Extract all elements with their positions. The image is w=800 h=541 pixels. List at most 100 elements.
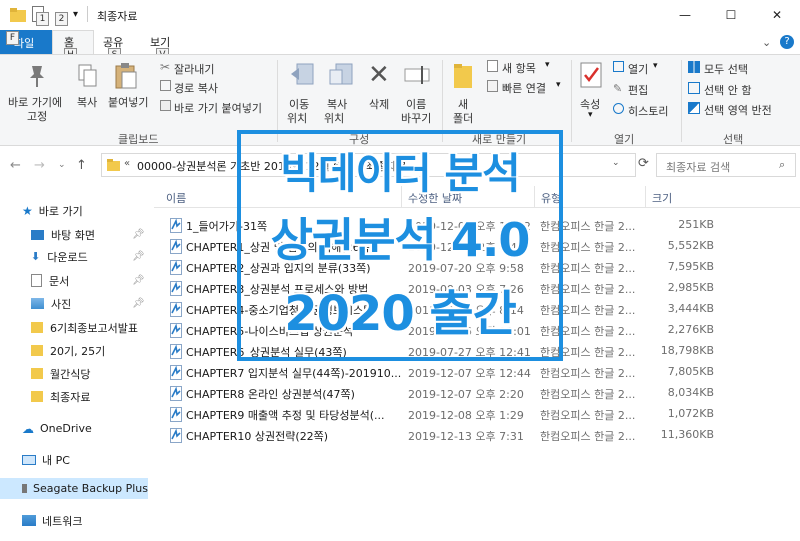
refresh-icon[interactable]: ⟳ — [638, 156, 649, 171]
file-date: 2019-12-07 오후 2:20 — [408, 388, 524, 401]
nav-quick-access-label: 바로 가기 — [38, 204, 83, 218]
easy-access-dropdown-icon[interactable]: ▾ — [556, 80, 561, 90]
nav-folder-4[interactable]: 최종자료 — [0, 386, 148, 407]
pinned-icon: 📌︎ — [132, 229, 145, 240]
new-folder-label-2: 폴더 — [453, 112, 474, 125]
open-dropdown-icon[interactable]: ▾ — [653, 61, 658, 71]
ribbon-collapse-icon[interactable]: ⌄ — [762, 36, 771, 49]
folder-icon — [31, 322, 43, 333]
address-dropdown-icon[interactable]: ⌄ — [612, 158, 620, 168]
nav-network-label: 네트워크 — [42, 514, 83, 528]
search-input[interactable]: 최종자료 검색 — [666, 159, 730, 175]
nav-seagate-drive[interactable]: Seagate Backup Plus — [0, 478, 148, 499]
folder-icon — [31, 345, 43, 356]
hwp-file-icon — [170, 386, 182, 401]
nav-folder-1[interactable]: 6기최종보고서발표 — [0, 317, 148, 338]
nav-this-pc[interactable]: 내 PC — [0, 449, 148, 470]
hwp-file-icon — [170, 260, 182, 275]
nav-folder-4-label: 최종자료 — [50, 390, 91, 404]
keytip-qat1: 1 — [36, 12, 49, 26]
nav-folder-1-label: 6기최종보고서발표 — [50, 321, 138, 335]
forward-arrow-icon[interactable]: → — [34, 158, 45, 173]
copy-path-button[interactable]: 경로 복사 — [174, 80, 218, 96]
paste-shortcut-button[interactable]: 바로 가기 붙여넣기 — [174, 100, 262, 116]
nav-onedrive[interactable]: ☁ OneDrive — [0, 418, 148, 439]
open-button[interactable]: 열기 — [628, 61, 648, 77]
breadcrumb-overflow-icon[interactable]: « — [124, 158, 130, 169]
back-arrow-icon[interactable]: ← — [10, 158, 21, 173]
nav-network[interactable]: 네트워크 — [0, 510, 148, 531]
cut-button[interactable]: 잘라내기 — [174, 61, 214, 77]
hwp-file-icon — [170, 218, 182, 233]
file-row[interactable]: CHAPTER10 상권전략(22쪽) 2019-12-13 오후 7:31 한컴오… — [154, 425, 800, 446]
select-none-icon — [688, 82, 700, 94]
documents-icon — [31, 274, 42, 287]
nav-documents[interactable]: 문서 📌︎ — [0, 270, 148, 291]
new-item-dropdown-icon[interactable]: ▾ — [545, 60, 550, 70]
ribbon-separator — [571, 60, 572, 142]
qat-customize-icon[interactable]: ▾ — [73, 9, 78, 20]
folder-icon — [31, 391, 43, 402]
invert-selection-button[interactable]: 선택 영역 반전 — [704, 102, 772, 118]
banner-line-3: 2020 출간 — [284, 286, 517, 342]
properties-dropdown-icon[interactable]: ▾ — [588, 110, 593, 120]
select-all-button[interactable]: 모두 선택 — [704, 61, 748, 77]
hwp-file-icon — [170, 407, 182, 422]
new-item-button[interactable]: 새 항목 — [502, 60, 536, 76]
column-header-size[interactable]: 크기 — [652, 190, 672, 206]
pinned-icon: 📌︎ — [132, 251, 145, 262]
cloud-icon: ☁ — [22, 421, 34, 436]
hwp-file-icon — [170, 365, 182, 380]
new-item-icon — [487, 60, 498, 72]
nav-downloads[interactable]: ⬇ 다운로드 📌︎ — [0, 246, 148, 267]
star-icon: ★ — [22, 203, 33, 218]
minimize-button[interactable]: — — [662, 0, 708, 30]
ribbon-separator — [681, 60, 682, 142]
close-button[interactable]: ✕ — [754, 0, 800, 30]
nav-this-pc-label: 내 PC — [42, 453, 70, 467]
promo-banner: 빅데이터 분석 상권분석 4.0 2020 출간 — [237, 130, 563, 361]
qat-folder-icon[interactable] — [10, 8, 26, 25]
nav-downloads-label: 다운로드 — [47, 250, 88, 264]
maximize-button[interactable]: ☐ — [708, 0, 754, 30]
banner-line-1: 빅데이터 분석 — [280, 149, 520, 198]
edit-icon: ✎ — [613, 82, 623, 95]
group-select: 선택 — [723, 133, 744, 146]
paste-icon — [114, 62, 138, 93]
history-button[interactable]: 히스토리 — [628, 103, 668, 119]
nav-quick-access[interactable]: ★ 바로 가기 — [0, 200, 148, 221]
pin-quick-access-label-2: 고정 — [27, 110, 48, 123]
file-size: 1,072KB — [667, 407, 714, 420]
easy-access-button[interactable]: 빠른 연결 — [502, 80, 546, 96]
paste-button[interactable]: 붙여넣기 — [108, 94, 148, 110]
pictures-icon — [31, 298, 44, 309]
recent-locations-icon[interactable]: ⌄ — [58, 160, 66, 170]
file-size: 11,360KB — [660, 428, 714, 441]
file-type: 한컴오피스 한글 2... — [540, 430, 636, 443]
nav-onedrive-label: OneDrive — [40, 422, 92, 435]
keytip-file: F — [6, 31, 19, 45]
file-size: 7,805KB — [667, 365, 714, 378]
copy-button[interactable]: 복사 — [77, 94, 97, 110]
file-size: 8,034KB — [667, 386, 714, 399]
file-row[interactable]: CHAPTER9 매출액 추정 및 타당성분석(... 2019-12-08 오후… — [154, 404, 800, 425]
title-separator — [87, 6, 88, 22]
rename-icon — [404, 64, 430, 89]
help-icon[interactable]: ? — [780, 35, 794, 49]
delete-button[interactable]: 삭제 — [369, 96, 389, 112]
up-arrow-icon[interactable]: ↑ — [76, 158, 87, 173]
nav-folder-2[interactable]: 20기, 25기 — [0, 340, 148, 361]
nav-pictures[interactable]: 사진 📌︎ — [0, 293, 148, 314]
file-row[interactable]: CHAPTER8 온라인 상권분석(47쪽) 2019-12-07 오후 2:20… — [154, 383, 800, 404]
column-header-name[interactable]: 이름 — [166, 190, 186, 206]
nav-pictures-label: 사진 — [51, 297, 72, 311]
new-folder-icon — [452, 62, 474, 93]
select-none-button[interactable]: 선택 안 함 — [704, 82, 751, 98]
copy-path-icon — [160, 80, 171, 91]
nav-desktop[interactable]: 바탕 화면 📌︎ — [0, 224, 148, 245]
pinned-icon: 📌︎ — [132, 275, 145, 286]
file-row[interactable]: CHAPTER7 입지분석 실무(44쪽)-201910... 2019-12-0… — [154, 362, 800, 383]
edit-button[interactable]: 편집 — [628, 82, 648, 98]
column-divider — [645, 186, 646, 208]
nav-folder-3[interactable]: 월간식당 — [0, 363, 148, 384]
